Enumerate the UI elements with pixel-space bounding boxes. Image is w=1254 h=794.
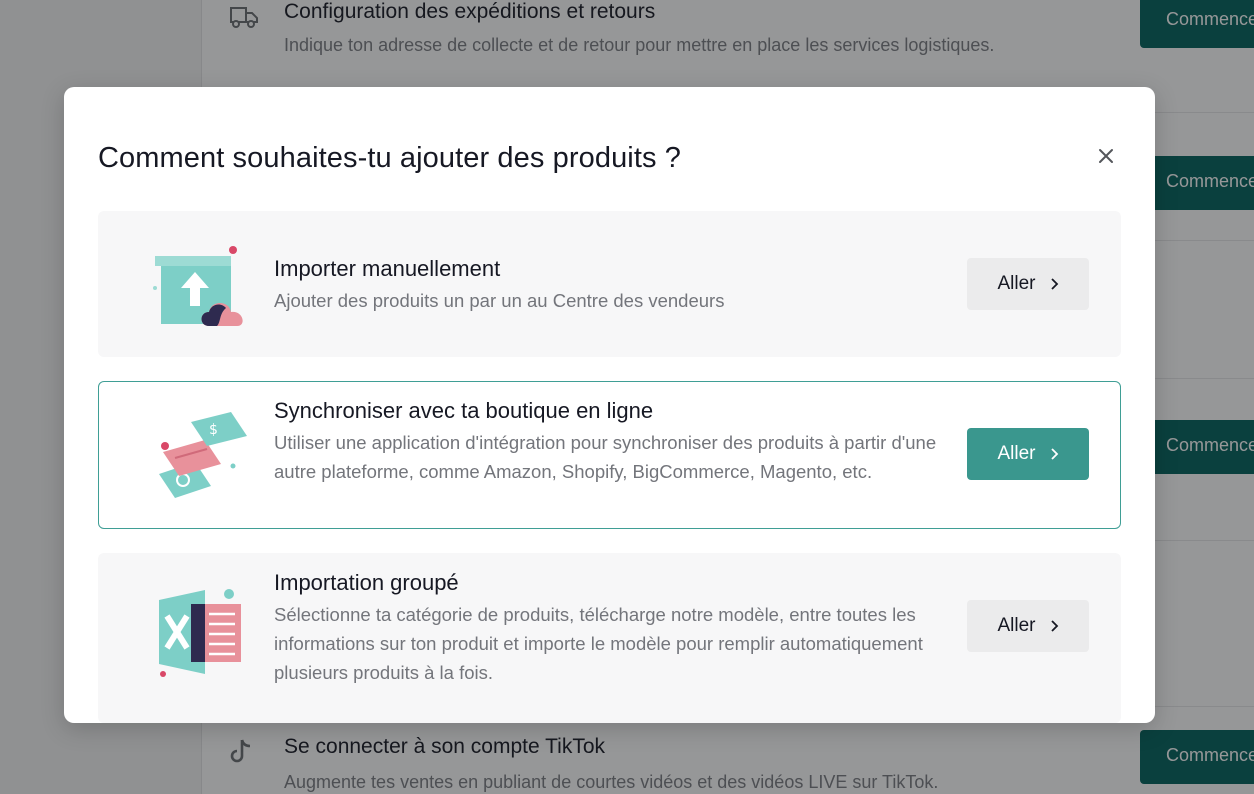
svg-text:$: $ (209, 422, 218, 438)
option-sync-store[interactable]: $ Synchroniser avec ta boutique en ligne… (98, 381, 1121, 529)
option-description: Sélectionne ta catégorie de produits, té… (274, 604, 923, 683)
chevron-right-icon (1050, 278, 1058, 290)
sync-cards-icon: $ (159, 412, 247, 498)
option-description: Ajouter des produits un par un au Centre… (274, 290, 725, 311)
go-button-label: Aller (997, 273, 1036, 294)
option-manual-import[interactable]: Importer manuellement Ajouter des produi… (98, 211, 1121, 357)
go-button[interactable]: Aller (967, 258, 1089, 310)
option-description: Utiliser une application d'intégration p… (274, 432, 937, 482)
upload-box-icon (153, 246, 243, 326)
option-bulk-import[interactable]: Importation groupé Sélectionne ta catégo… (98, 553, 1121, 723)
go-button-label: Aller (997, 615, 1036, 636)
option-title: Synchroniser avec ta boutique en ligne (274, 398, 654, 423)
go-button[interactable]: Aller (967, 428, 1089, 480)
excel-sheet-icon (159, 589, 241, 677)
close-icon[interactable] (1093, 143, 1119, 169)
go-button[interactable]: Aller (967, 600, 1089, 652)
chevron-right-icon (1050, 448, 1058, 460)
add-products-modal: Comment souhaites-tu ajouter des produit… (64, 87, 1155, 723)
go-button-label: Aller (997, 443, 1036, 464)
chevron-right-icon (1050, 620, 1058, 632)
modal-title: Comment souhaites-tu ajouter des produit… (98, 142, 681, 174)
option-title: Importer manuellement (274, 256, 501, 281)
option-title: Importation groupé (274, 570, 459, 595)
